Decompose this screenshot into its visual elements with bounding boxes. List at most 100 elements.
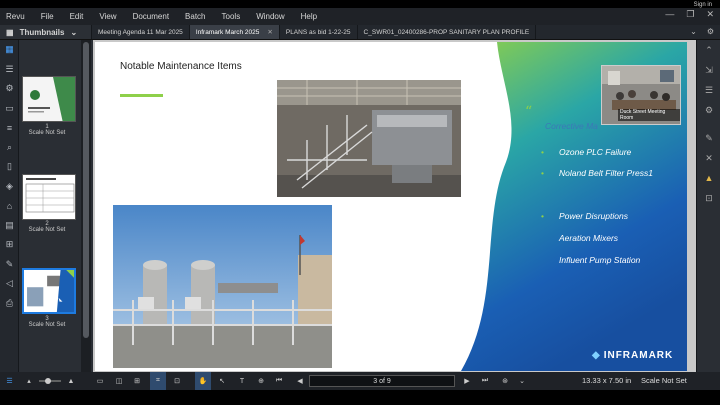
scale-status[interactable]: Scale Not Set — [641, 376, 687, 385]
measure-icon[interactable]: ▭ — [0, 99, 19, 119]
pen-icon[interactable]: ✎ — [697, 128, 720, 148]
top-band — [0, 0, 720, 8]
tab-sanitary-plan[interactable]: C_SWR01_02400286-PROP SANITARY PLAN PROF… — [358, 25, 537, 39]
search-icon[interactable]: ⌕ — [0, 138, 19, 158]
properties-icon[interactable]: ≡ — [0, 118, 19, 138]
menu-bar: Revu File Edit View Document Batch Tools… — [0, 2, 720, 25]
logo-text: INFRAMARK — [603, 350, 674, 361]
bottom-toolbar: ☰ ▴ ▲ ▭ ◫ ⊞ ⌗ ⊡ ✋ ↖ T ⊕ ⏮ ◀ 3 of 9 ▶ ⏭ ⊛… — [0, 372, 720, 390]
erase-icon[interactable]: ✕ — [697, 148, 720, 168]
layers-icon[interactable]: ◈ — [0, 177, 19, 197]
select-arrow-icon[interactable]: ↖ — [216, 372, 228, 390]
left-tool-rail: ▦ ☰ ⚙ ▭ ≡ ⌕ ▯ ◈ ⌂ ▤ ⊞ ✎ ◁ ⎙ — [0, 40, 19, 372]
chevron-up-icon[interactable]: ⌃ — [697, 40, 720, 60]
studio-icon[interactable]: ⌂ — [0, 196, 19, 216]
highlight-icon[interactable]: ▲ — [697, 168, 720, 188]
tab-plans-as-bid[interactable]: PLANS as bid 1-22-25 — [280, 25, 358, 39]
stamp-icon[interactable]: ✎ — [0, 255, 19, 275]
grid-view-icon[interactable]: ⊞ — [130, 372, 144, 390]
text-select-icon[interactable]: T — [235, 372, 249, 390]
settings-icon[interactable]: ⚙ — [707, 27, 714, 36]
bullet-item: Aeration Mixers — [541, 233, 681, 244]
page-down-icon[interactable]: ⌄ — [516, 372, 528, 390]
right-tool-rail: ⌃ ⇲ ☰ ⚙ ✎ ✕ ▲ ⊡ — [696, 40, 720, 372]
menu-view[interactable]: View — [91, 12, 124, 21]
sync-icon[interactable]: ⊡ — [170, 372, 184, 390]
settings-icon[interactable]: ⚙ — [0, 79, 19, 99]
thumbnail-large-icon[interactable]: ▲ — [64, 372, 78, 390]
bullet-text: Power Disruptions — [559, 211, 628, 221]
tab-inframark[interactable]: Inframark March 2025 ✕ — [189, 25, 280, 39]
close-icon[interactable]: ✕ — [706, 9, 714, 20]
water-drop-icon: ◆ — [592, 350, 601, 361]
tab-meeting-agenda[interactable]: Meeting Agenda 11 Mar 2025 — [92, 25, 190, 39]
thumbnails-scrollbar[interactable] — [81, 40, 91, 372]
restore-icon[interactable]: ❐ — [686, 9, 694, 20]
bookmarks-icon[interactable]: ☰ — [0, 60, 19, 80]
previous-view-icon[interactable]: ⊛ — [498, 372, 512, 390]
belt-filter-press-photo — [277, 80, 461, 197]
thumbnail-page-1[interactable] — [22, 76, 76, 122]
signature-icon[interactable]: ◁ — [0, 274, 19, 294]
bullet-text: Ozone PLC Failure — [559, 147, 632, 157]
next-page-icon[interactable]: ▶ — [461, 372, 473, 390]
first-page-icon[interactable]: ⏮ — [273, 372, 285, 390]
split-view-icon[interactable]: ◫ — [112, 372, 126, 390]
quote-mark: “ — [525, 104, 533, 120]
file-access-icon[interactable]: ▯ — [0, 157, 19, 177]
inframark-logo: ◆ INFRAMARK — [592, 350, 673, 361]
panel-title: Thumbnails — [19, 27, 65, 37]
snap-icon[interactable]: ⌗ — [150, 372, 166, 390]
menu-revu[interactable]: Revu — [0, 12, 33, 21]
thumbnail-scale: Scale Not Set — [28, 227, 66, 233]
chevron-down-icon[interactable]: ⌄ — [70, 28, 77, 37]
thumbnail-image — [23, 77, 75, 121]
tab-label: C_SWR01_02400286-PROP SANITARY PLAN PROF… — [363, 28, 530, 36]
pan-hand-icon[interactable]: ✋ — [195, 372, 211, 390]
close-tab-icon[interactable]: ✕ — [267, 28, 272, 36]
slide-title: Notable Maintenance Items — [120, 61, 242, 72]
chevron-down-icon[interactable]: ⌄ — [690, 27, 697, 36]
thumbnail-small-icon[interactable]: ▴ — [22, 372, 36, 390]
crop-icon[interactable]: ⊡ — [697, 188, 720, 208]
bottom-band — [0, 390, 720, 405]
last-page-icon[interactable]: ⏭ — [479, 372, 491, 390]
thumbnails-panel-header[interactable]: ▦ Thumbnails ⌄ — [0, 25, 92, 39]
sign-in-link[interactable]: Sign in — [694, 2, 712, 8]
bullet-item: Influent Pump Station — [541, 255, 681, 266]
settings-icon[interactable]: ⚙ — [697, 100, 720, 120]
list-view-icon[interactable]: ☰ — [0, 372, 19, 390]
zoom-icon[interactable]: ⊕ — [254, 372, 268, 390]
thumbnail-page-2[interactable] — [22, 174, 76, 220]
print-icon[interactable]: ⎙ — [0, 294, 19, 314]
thumbnail-size-slider[interactable] — [38, 372, 62, 390]
menu-edit[interactable]: Edit — [62, 12, 92, 21]
menu-file[interactable]: File — [33, 12, 62, 21]
minimize-icon[interactable]: — — [665, 9, 674, 20]
menu-batch[interactable]: Batch — [177, 12, 213, 21]
menu-tools[interactable]: Tools — [214, 12, 249, 21]
scrollbar-thumb[interactable] — [83, 42, 89, 338]
properties-icon[interactable]: ☰ — [697, 80, 720, 100]
video-room-label: Duck Street Meeting Room — [618, 109, 680, 121]
thumbnail-image — [23, 175, 75, 219]
thumbnails-icon: ▦ — [6, 27, 14, 37]
video-call-window[interactable]: Duck Street Meeting Room — [601, 65, 681, 125]
slide-page: Notable Maintenance Items “ Corrective M… — [95, 42, 687, 371]
single-page-icon[interactable]: ▭ — [93, 372, 107, 390]
previous-page-icon[interactable]: ◀ — [294, 372, 306, 390]
menu-help[interactable]: Help — [293, 12, 325, 21]
tool-chest-icon[interactable]: ⊞ — [0, 235, 19, 255]
thumbnails-icon[interactable]: ▦ — [0, 40, 19, 60]
menu-window[interactable]: Window — [248, 12, 292, 21]
page-number-field[interactable]: 3 of 9 — [309, 375, 455, 387]
bullet-item: • Noland Belt Filter Press1 — [541, 168, 681, 179]
collapse-icon[interactable]: ⇲ — [697, 60, 720, 80]
thumbnails-panel: 1 Scale Not Set 2 Scale Not Set 3 Scale … — [19, 40, 93, 372]
markups-icon[interactable]: ▤ — [0, 216, 19, 236]
menu-document[interactable]: Document — [125, 12, 177, 21]
bullet-text: Aeration Mixers — [559, 233, 619, 243]
plant-exterior-photo — [113, 205, 332, 368]
thumbnail-page-3[interactable] — [22, 268, 76, 314]
thumbnail-scale: Scale Not Set — [28, 322, 66, 328]
